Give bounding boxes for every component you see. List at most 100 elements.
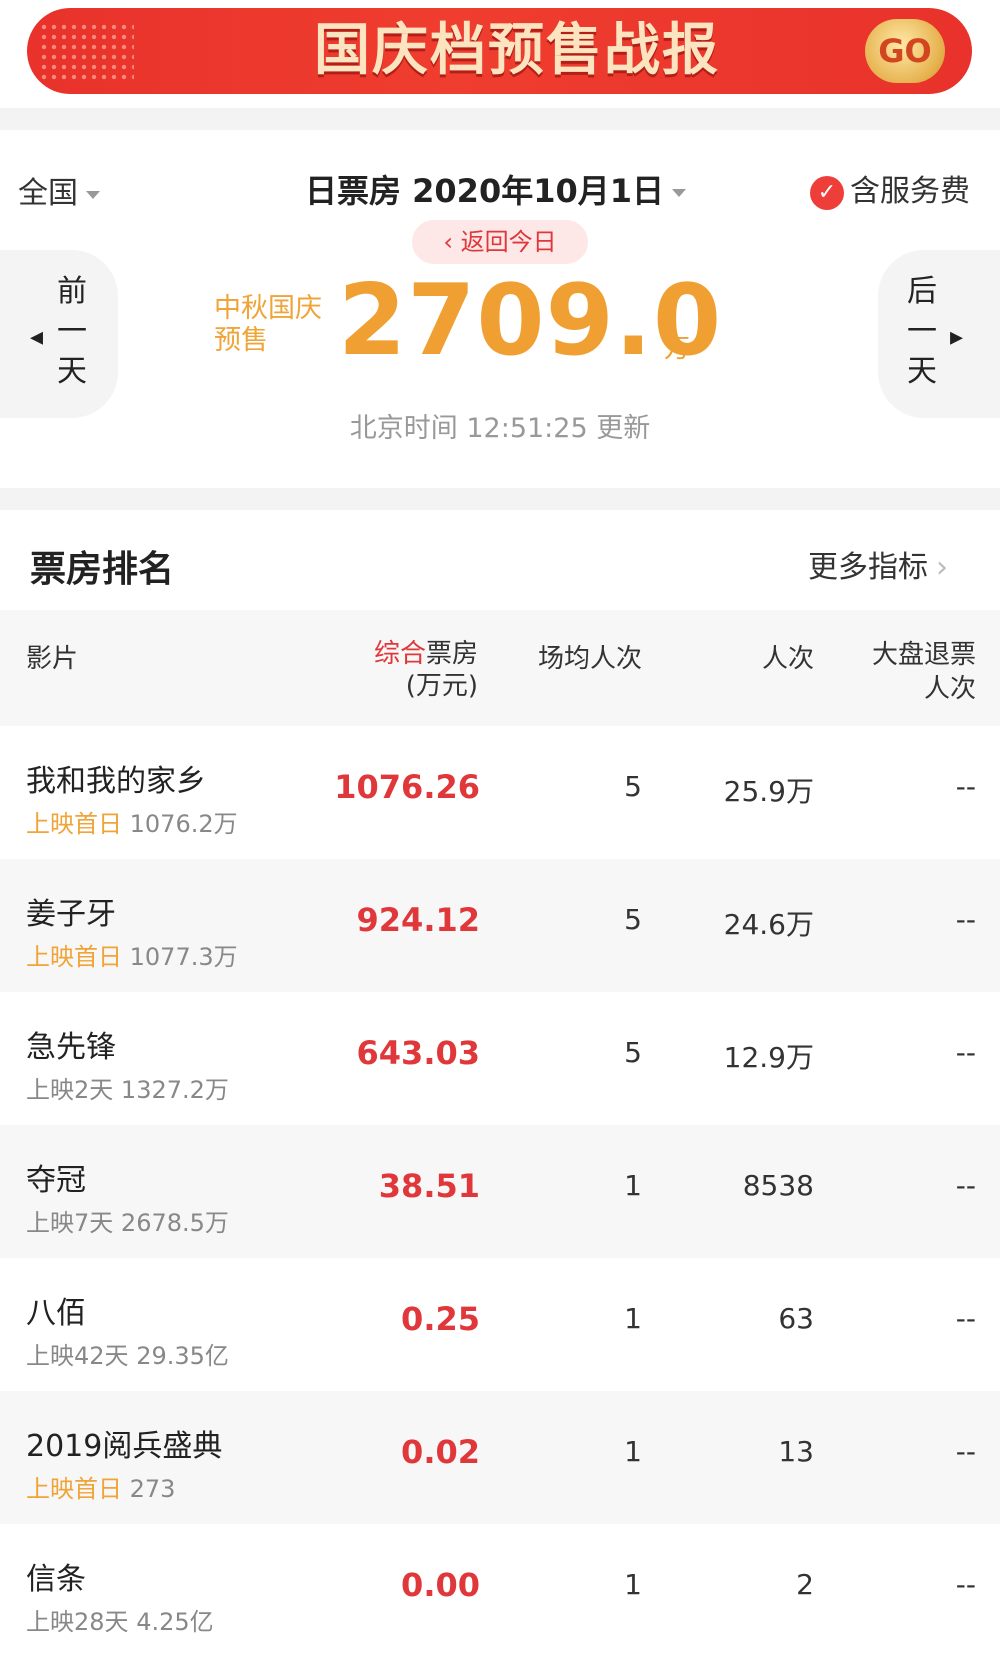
total-box-office-unit: 万	[664, 334, 691, 364]
avg-attendance: 5	[624, 770, 642, 803]
promo-banner-area: 国庆档预售战报 GO	[0, 0, 1000, 108]
column-box-office[interactable]: 综合票房 (万元)	[330, 638, 478, 702]
check-icon: ✓	[810, 175, 844, 210]
film-name: 我和我的家乡	[26, 764, 206, 799]
avg-attendance: 5	[624, 1036, 642, 1069]
ranking-title: 票房排名	[30, 549, 175, 590]
region-label: 全国	[18, 176, 78, 211]
film-name: 八佰	[26, 1296, 86, 1331]
box-office-value: 0.25	[401, 1300, 480, 1338]
box-office-value: 1076.26	[334, 768, 480, 806]
arrow-left-icon: ◂	[30, 322, 44, 352]
film-name: 姜子牙	[26, 897, 116, 932]
attendance: 24.6万	[723, 908, 814, 941]
table-row[interactable]: 八佰 上映42天 29.35亿 0.25 1 63 --	[0, 1258, 1000, 1391]
prev-day-char: 天	[57, 354, 87, 389]
presale-label: 中秋国庆预售	[214, 293, 322, 356]
column-box-office-label: 票房	[425, 639, 478, 669]
box-office-value: 643.03	[356, 1034, 480, 1072]
avg-attendance: 1	[624, 1302, 642, 1335]
go-button[interactable]: GO	[865, 19, 945, 83]
back-to-today-button[interactable]: ‹ 返回今日	[412, 220, 588, 264]
prev-day-char: 前	[57, 274, 87, 309]
release-tag: 上映首日	[26, 943, 122, 971]
refund-count: --	[955, 770, 976, 803]
chevron-down-icon	[86, 190, 100, 199]
release-tag: 上映7天	[26, 1209, 114, 1237]
film-release-info: 上映42天 29.35亿	[26, 1336, 229, 1371]
film-release-info: 上映首日 1077.3万	[26, 937, 238, 972]
attendance: 13	[778, 1435, 814, 1468]
region-selector[interactable]: 全国	[18, 168, 100, 212]
promo-banner[interactable]: 国庆档预售战报 GO	[27, 8, 972, 94]
column-attendance[interactable]: 人次	[700, 638, 814, 675]
attendance: 63	[778, 1302, 814, 1335]
attendance: 2	[796, 1568, 814, 1601]
column-refund-label-2: 人次	[923, 674, 976, 704]
table-row[interactable]: 急先锋 上映2天 1327.2万 643.03 5 12.9万 --	[0, 992, 1000, 1125]
table-row[interactable]: 夺冠 上映7天 2678.5万 38.51 1 8538 --	[0, 1125, 1000, 1258]
release-total: 1077.3万	[129, 943, 238, 971]
release-total: 1076.2万	[129, 810, 238, 838]
film-release-info: 上映2天 1327.2万	[26, 1070, 229, 1105]
film-name: 2019阅兵盛典	[26, 1429, 223, 1464]
film-name: 夺冠	[26, 1163, 86, 1198]
update-time: 北京时间 12:51:25 更新	[349, 413, 651, 444]
refund-count: --	[955, 1036, 976, 1069]
column-film: 影片	[26, 644, 79, 674]
daily-box-office-header: 全国 日票房 2020年10月1日 ✓ 含服务费 ‹ 返回今日 前 一 天 ◂ 后…	[0, 130, 1000, 488]
table-row[interactable]: 2019阅兵盛典 上映首日 273 0.02 1 13 --	[0, 1391, 1000, 1524]
next-day-char: 后	[907, 274, 937, 309]
banner-dot-pattern	[39, 22, 134, 82]
film-release-info: 上映首日 1076.2万	[26, 804, 238, 839]
attendance: 8538	[742, 1169, 814, 1202]
column-box-office-unit: (万元)	[405, 671, 478, 701]
refund-count: --	[955, 1302, 976, 1335]
refund-count: --	[955, 1435, 976, 1468]
next-day-char: 天	[907, 354, 937, 389]
box-office-value: 38.51	[378, 1167, 480, 1205]
release-tag: 上映42天	[26, 1342, 129, 1370]
release-total: 1327.2万	[120, 1076, 229, 1104]
release-tag: 上映2天	[26, 1076, 114, 1104]
release-total: 29.35亿	[136, 1342, 229, 1370]
release-total: 273	[129, 1475, 176, 1503]
refund-count: --	[955, 1169, 976, 1202]
table-row[interactable]: 姜子牙 上映首日 1077.3万 924.12 5 24.6万 --	[0, 859, 1000, 992]
avg-attendance: 1	[624, 1169, 642, 1202]
release-total: 2678.5万	[120, 1209, 229, 1237]
service-fee-toggle[interactable]: ✓ 含服务费	[810, 166, 970, 210]
ranking-header: 票房排名 更多指标 ›	[0, 510, 1000, 610]
film-name: 信条	[26, 1562, 86, 1597]
refund-count: --	[955, 1568, 976, 1601]
film-name: 急先锋	[26, 1030, 116, 1065]
date-selector[interactable]: 日票房 2020年10月1日	[305, 166, 687, 212]
more-metrics-link[interactable]: 更多指标 ›	[808, 542, 948, 586]
column-box-office-highlight: 综合	[373, 639, 426, 669]
attendance: 25.9万	[723, 775, 814, 808]
box-office-value: 924.12	[356, 901, 480, 939]
banner-title: 国庆档预售战报	[314, 18, 720, 83]
more-metrics-label: 更多指标	[808, 550, 928, 585]
box-office-value: 0.02	[401, 1433, 480, 1471]
release-tag: 上映首日	[26, 810, 122, 838]
section-divider	[0, 108, 1000, 130]
refund-count: --	[955, 903, 976, 936]
column-refund[interactable]: 大盘退票 人次	[840, 638, 976, 706]
release-tag: 上映首日	[26, 1475, 122, 1503]
chevron-down-icon	[672, 189, 687, 197]
table-row[interactable]: 信条 上映28天 4.25亿 0.00 1 2 --	[0, 1524, 1000, 1657]
column-avg-attendance[interactable]: 场均人次	[520, 638, 642, 675]
release-tag: 上映28天	[26, 1608, 129, 1636]
avg-attendance: 1	[624, 1568, 642, 1601]
service-fee-label: 含服务费	[850, 174, 970, 209]
column-refund-label-1: 大盘退票	[871, 640, 976, 670]
previous-day-button[interactable]: 前 一 天 ◂	[0, 250, 118, 418]
next-day-button[interactable]: 后 一 天 ▸	[878, 250, 1000, 418]
next-day-char: 一	[907, 314, 937, 349]
arrow-right-icon: ▸	[950, 322, 964, 352]
ranking-table: 我和我的家乡 上映首日 1076.2万 1076.26 5 25.9万 -- 姜…	[0, 726, 1000, 1657]
section-divider	[0, 488, 1000, 510]
table-row[interactable]: 我和我的家乡 上映首日 1076.2万 1076.26 5 25.9万 --	[0, 726, 1000, 859]
avg-attendance: 5	[624, 903, 642, 936]
